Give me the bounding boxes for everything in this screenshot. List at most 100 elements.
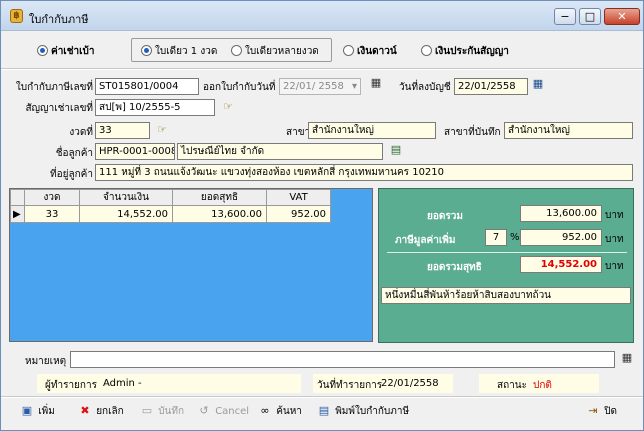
window-title: ใบกำกับภาษี — [29, 13, 89, 26]
money-bag-icon: ฿ — [10, 9, 23, 23]
minimize-button[interactable]: − — [554, 8, 576, 25]
exit-button-label: ปิด — [604, 406, 618, 417]
total-field[interactable]: 13,600.00 — [520, 205, 602, 222]
save-button[interactable]: ▭ บันทึก — [139, 402, 184, 420]
grid-header[interactable]: งวด — [24, 189, 80, 206]
print-button[interactable]: ▤ พิมพ์ใบกำกับภาษี — [316, 402, 409, 420]
search-hand-icon[interactable]: ☞ — [221, 100, 235, 114]
add-document-icon: ▣ — [21, 404, 33, 417]
customer-code-field[interactable]: HPR-0001-00082 — [95, 143, 175, 160]
branch-field[interactable]: สำนักงานใหญ่ — [308, 122, 436, 139]
status-badge: ปกติ — [533, 380, 552, 391]
transaction-date-value: 22/01/2558 — [381, 378, 439, 389]
open-folder-icon[interactable]: ▦ — [620, 351, 634, 365]
grid-header-row: งวด จำนวนเงิน ยอดสุทธิ VAT — [10, 189, 331, 206]
invoice-window: ฿ ใบกำกับภาษี − □ ✕ ค่าเช่าเบ้า ใบเดียว … — [0, 0, 644, 431]
grid-header[interactable]: จำนวนเงิน — [79, 189, 173, 206]
invoice-no-field[interactable]: ST015801/0004 — [95, 78, 199, 95]
grid-table: งวด จำนวนเงิน ยอดสุทธิ VAT ▶ 33 14,552.0… — [10, 189, 331, 223]
calendar-icon[interactable]: ▦ — [531, 77, 545, 91]
grid-header[interactable]: ยอดสุทธิ — [172, 189, 267, 206]
divider — [1, 68, 643, 70]
vat-rate-field[interactable]: 7 — [485, 229, 507, 246]
address-label: ที่อยู่ลูกค้า — [50, 169, 93, 180]
post-date-label: วันที่ลงบัญชี — [399, 82, 451, 93]
table-cell[interactable]: 33 — [24, 205, 80, 223]
cancel-button[interactable]: ↺ Cancel — [196, 402, 249, 420]
currency-label: บาท — [605, 261, 624, 272]
cancel-button-label: Cancel — [215, 406, 250, 417]
binoculars-icon: ∞ — [260, 404, 270, 417]
maximize-button[interactable]: □ — [579, 8, 601, 25]
add-button[interactable]: ▣ เพิ่ม — [19, 402, 55, 420]
transaction-date-label: วันที่ทำรายการ — [317, 380, 383, 391]
installment-grid: งวด จำนวนเงิน ยอดสุทธิ VAT ▶ 33 14,552.0… — [9, 188, 373, 342]
state-label: สถานะ — [497, 380, 527, 391]
open-folder-icon[interactable]: ▤ — [389, 143, 403, 157]
table-cell[interactable]: 952.00 — [266, 205, 331, 223]
contract-no-field[interactable]: สป[พ] 10/2555-5 — [95, 99, 215, 116]
vat-label: ภาษีมูลค่าเพิ่ม — [395, 235, 456, 246]
void-button-label: ยกเลิก — [96, 406, 124, 417]
amount-in-words: หนึ่งหมื่นสี่พันห้าร้อยห้าสิบสองบาทถ้วน — [381, 287, 631, 304]
save-button-label: บันทึก — [158, 406, 185, 417]
total-label: ยอดรวม — [427, 211, 463, 222]
close-button[interactable]: ✕ — [604, 8, 640, 25]
remark-input[interactable] — [70, 351, 615, 368]
customer-name-field[interactable]: ไปรษณีย์ไทย จำกัด — [177, 143, 383, 160]
search-button[interactable]: ∞ ค้นหา — [257, 402, 302, 420]
table-row[interactable]: ▶ 33 14,552.00 13,600.00 952.00 — [10, 205, 331, 223]
record-branch-field[interactable]: สำนักงานใหญ่ — [504, 122, 633, 139]
issue-date-field[interactable]: 22/01/ 2558 ▾ — [279, 78, 361, 95]
contract-label: สัญญาเช่าเลขที่ — [25, 103, 93, 114]
post-date-field[interactable]: 22/01/2558 — [454, 78, 528, 95]
search-hand-icon[interactable]: ☞ — [155, 123, 169, 137]
issue-date-value: 22/01/ 2558 — [283, 81, 344, 92]
chevron-down-icon: ▾ — [351, 81, 357, 92]
multi-period-label: ใบเดียวหลายงวด — [245, 46, 319, 57]
currency-label: บาท — [605, 234, 624, 245]
branch-label: สาขา — [286, 127, 311, 138]
row-selector-icon[interactable]: ▶ — [10, 205, 25, 223]
insurance-radio[interactable] — [421, 45, 432, 56]
period-field[interactable]: 33 — [95, 122, 150, 139]
cancel-x-icon: ✖ — [80, 404, 90, 417]
record-branch-label: สาขาที่บันทึก — [444, 127, 501, 138]
single-period-label: ใบเดียว 1 งวด — [155, 46, 218, 57]
currency-label: บาท — [605, 210, 624, 221]
operator-label: ผู้ทำรายการ — [45, 380, 97, 391]
grand-total-label: ยอดรวมสุทธิ — [427, 262, 482, 273]
table-cell[interactable]: 14,552.00 — [79, 205, 173, 223]
grid-header-selector — [10, 189, 25, 206]
print-button-label: พิมพ์ใบกำกับภาษี — [335, 406, 410, 417]
down-payment-label: เงินดาวน์ — [357, 46, 397, 57]
search-button-label: ค้นหา — [276, 406, 302, 417]
rent-radio[interactable] — [37, 45, 48, 56]
grand-total-field[interactable]: 14,552.00 — [520, 256, 602, 273]
address-field[interactable]: 111 หมู่ที่ 3 ถนนแจ้งวัฒนะ แขวงทุ่งสองห้… — [95, 164, 633, 181]
grid-header[interactable]: VAT — [266, 189, 331, 206]
period-label: งวดที่ — [69, 127, 93, 138]
totals-panel: ยอดรวม 13,600.00 บาท ภาษีมูลค่าเพิ่ม 7 %… — [378, 188, 634, 343]
percent-label: % — [510, 232, 520, 243]
table-cell[interactable]: 13,600.00 — [172, 205, 267, 223]
add-button-label: เพิ่ม — [38, 406, 55, 417]
void-button[interactable]: ✖ ยกเลิก — [77, 402, 124, 420]
exit-button[interactable]: ⇥ ปิด — [585, 402, 617, 420]
exit-door-icon: ⇥ — [588, 404, 598, 417]
calendar-icon[interactable]: ▦ — [369, 76, 383, 90]
invoice-no-label: ใบกำกับภาษีเลขที่ — [15, 82, 93, 93]
divider — [1, 396, 643, 398]
remark-label: หมายเหตุ — [25, 356, 67, 367]
title-bar: ฿ ใบกำกับภาษี − □ ✕ — [1, 1, 643, 31]
down-payment-radio[interactable] — [343, 45, 354, 56]
vat-field[interactable]: 952.00 — [520, 229, 602, 246]
insurance-label: เงินประกันสัญญา — [435, 46, 509, 57]
multi-period-radio[interactable] — [231, 45, 242, 56]
issue-date-label: ออกใบกำกับวันที่ — [203, 82, 276, 93]
totals-divider — [387, 252, 627, 253]
undo-icon: ↺ — [199, 404, 209, 417]
status-bar: ผู้ทำรายการ Admin - วันที่ทำรายการ 22/01… — [9, 374, 635, 393]
single-period-radio[interactable] — [141, 45, 152, 56]
save-disk-icon: ▭ — [141, 404, 153, 417]
